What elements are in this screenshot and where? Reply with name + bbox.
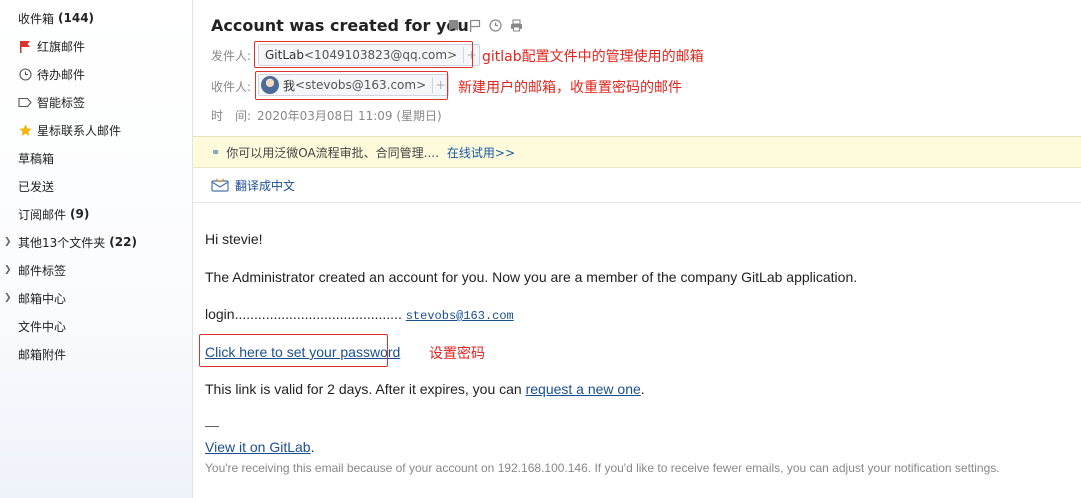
translate-icon xyxy=(211,178,229,192)
sidebar-item-subscriptions[interactable]: 订阅邮件 (9) xyxy=(0,202,192,226)
sidebar-item-label: 待办邮件 xyxy=(37,67,86,82)
account-created-text: The Administrator created an account for… xyxy=(205,269,858,285)
validity-prefix: This link is valid for 2 days. After it … xyxy=(205,381,526,397)
sidebar-item-count: (22) xyxy=(109,235,137,249)
chevron-right-icon[interactable]: ❯ xyxy=(4,265,12,275)
highlight-box xyxy=(255,71,448,100)
link-icon: ⚭ xyxy=(211,145,221,159)
annotation-sender: gitlab配置文件中的管理使用的邮箱 xyxy=(482,49,704,65)
sidebar-item-mail-center[interactable]: ❯ 邮箱中心 xyxy=(0,286,192,310)
validity-text: This link is valid for 2 days. After it … xyxy=(205,381,645,397)
sidebar-item-flagged[interactable]: 红旗邮件 xyxy=(0,34,192,58)
sidebar-item-file-center[interactable]: 文件中心 xyxy=(0,314,192,338)
promo-text: 你可以用泛微OA流程审批、合同管理.... xyxy=(226,145,439,160)
translate-bar: 翻译成中文 xyxy=(193,168,1081,203)
sidebar-item-sent[interactable]: 已发送 xyxy=(0,174,192,198)
star-icon xyxy=(18,123,32,137)
print-icon[interactable] xyxy=(509,18,524,33)
sidebar-item-inbox[interactable]: 收件箱 (144) xyxy=(0,6,192,30)
chevron-right-icon[interactable]: ❯ xyxy=(4,293,12,303)
flag-icon[interactable] xyxy=(467,18,482,33)
email-subject: Account was created for you xyxy=(211,16,469,35)
date-label: 时 间: xyxy=(211,109,252,123)
sidebar-item-label: 邮箱附件 xyxy=(18,347,67,362)
sidebar-item-label: 收件箱 xyxy=(18,11,55,26)
sidebar-item-label: 订阅邮件 xyxy=(18,207,67,222)
sidebar-item-starred-contacts[interactable]: 星标联系人邮件 xyxy=(0,118,192,142)
sidebar-item-todo[interactable]: 待办邮件 xyxy=(0,62,192,86)
sidebar-item-count: (144) xyxy=(58,11,95,25)
sidebar-item-other-folders[interactable]: ❯ 其他13个文件夹 (22) xyxy=(0,230,192,254)
sidebar-item-mail-tags[interactable]: ❯ 邮件标签 xyxy=(0,258,192,282)
request-new-link[interactable]: request a new one xyxy=(526,381,641,397)
sidebar-item-label: 其他13个文件夹 xyxy=(18,235,106,250)
bookmark-icon[interactable] xyxy=(446,18,461,33)
sidebar-item-smart-tags[interactable]: 智能标签 xyxy=(0,90,192,114)
tag-icon xyxy=(18,95,32,109)
login-line: login...................................… xyxy=(205,306,514,323)
red-flag-icon xyxy=(18,39,32,53)
view-line: View it on GitLab. xyxy=(205,439,314,455)
sidebar-item-label: 已发送 xyxy=(18,179,55,194)
sidebar-item-label: 智能标签 xyxy=(37,95,86,110)
sidebar-item-count: (9) xyxy=(70,207,90,221)
sidebar-item-label: 草稿箱 xyxy=(18,151,55,166)
sidebar-item-label: 邮箱中心 xyxy=(18,291,67,306)
sidebar: 收件箱 (144) 红旗邮件 待办邮件 智能标签 星标联系人邮件 草稿箱 已发送 … xyxy=(0,0,193,498)
highlight-box xyxy=(254,41,473,68)
clock-icon xyxy=(18,67,32,81)
to-label: 收件人: xyxy=(211,80,252,94)
separator-dash: — xyxy=(205,417,219,433)
sidebar-item-drafts[interactable]: 草稿箱 xyxy=(0,146,192,170)
header-actions xyxy=(446,18,524,33)
sidebar-item-label: 文件中心 xyxy=(18,319,67,334)
clock-icon[interactable] xyxy=(488,18,503,33)
view-on-gitlab-link[interactable]: View it on GitLab xyxy=(205,439,311,455)
footer-text: You're receiving this email because of y… xyxy=(205,461,1000,475)
from-label: 发件人: xyxy=(211,49,252,63)
promo-try-link[interactable]: 在线试用>> xyxy=(447,144,515,161)
chevron-right-icon[interactable]: ❯ xyxy=(4,237,12,247)
greeting: Hi stevie! xyxy=(205,231,263,247)
sidebar-item-label: 星标联系人邮件 xyxy=(37,123,122,138)
sidebar-item-label: 邮件标签 xyxy=(18,263,67,278)
highlight-box xyxy=(199,334,388,367)
sidebar-item-attachments[interactable]: 邮箱附件 xyxy=(0,342,192,366)
view-suffix: . xyxy=(310,439,315,455)
translate-link[interactable]: 翻译成中文 xyxy=(235,177,295,194)
annotation-recipient: 新建用户的邮箱，收重置密码的邮件 xyxy=(458,80,682,96)
sidebar-item-label: 红旗邮件 xyxy=(37,39,86,54)
validity-suffix: . xyxy=(640,381,645,397)
date-value: 2020年03月08日 11:09 (星期日) xyxy=(257,109,442,123)
promo-banner: ⚭ 你可以用泛微OA流程审批、合同管理.... 在线试用>> xyxy=(193,136,1081,168)
login-email-link[interactable]: stevobs@163.com xyxy=(406,309,514,323)
email-date: 时 间: 2020年03月08日 11:09 (星期日) xyxy=(211,107,442,124)
login-label: login...................................… xyxy=(205,306,402,322)
annotation-set-password: 设置密码 xyxy=(429,346,485,362)
